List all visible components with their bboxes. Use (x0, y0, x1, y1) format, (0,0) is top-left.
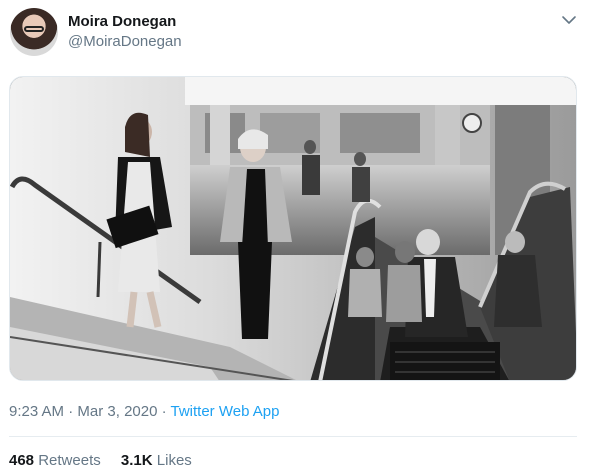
chevron-down-icon[interactable] (560, 11, 578, 29)
tweet-timestamp-line: 9:23 AM · Mar 3, 2020 · Twitter Web App (9, 403, 279, 420)
tweet-stats: 468 Retweets 3.1K Likes (9, 452, 208, 469)
retweets-count: 468 (9, 452, 35, 469)
avatar[interactable] (10, 8, 58, 56)
meta-separator: · (64, 403, 78, 420)
tweet-time[interactable]: 9:23 AM (9, 403, 64, 420)
likes-label: Likes (156, 452, 192, 469)
user-display-name[interactable]: Moira Donegan (68, 13, 176, 30)
avatar-glasses (24, 26, 44, 32)
photo-illustration (10, 77, 576, 380)
tweet-date[interactable]: Mar 3, 2020 (77, 403, 157, 420)
likes-stat[interactable]: 3.1K Likes (121, 452, 192, 469)
retweets-stat[interactable]: 468 Retweets (9, 452, 101, 469)
source-app-link[interactable]: Twitter Web App (171, 403, 280, 420)
tweet-photo[interactable] (9, 76, 577, 381)
divider (9, 436, 577, 437)
meta-separator: · (157, 403, 171, 420)
likes-count: 3.1K (120, 452, 153, 469)
user-handle[interactable]: @MoiraDonegan (68, 33, 182, 50)
retweets-label: Retweets (38, 452, 101, 469)
